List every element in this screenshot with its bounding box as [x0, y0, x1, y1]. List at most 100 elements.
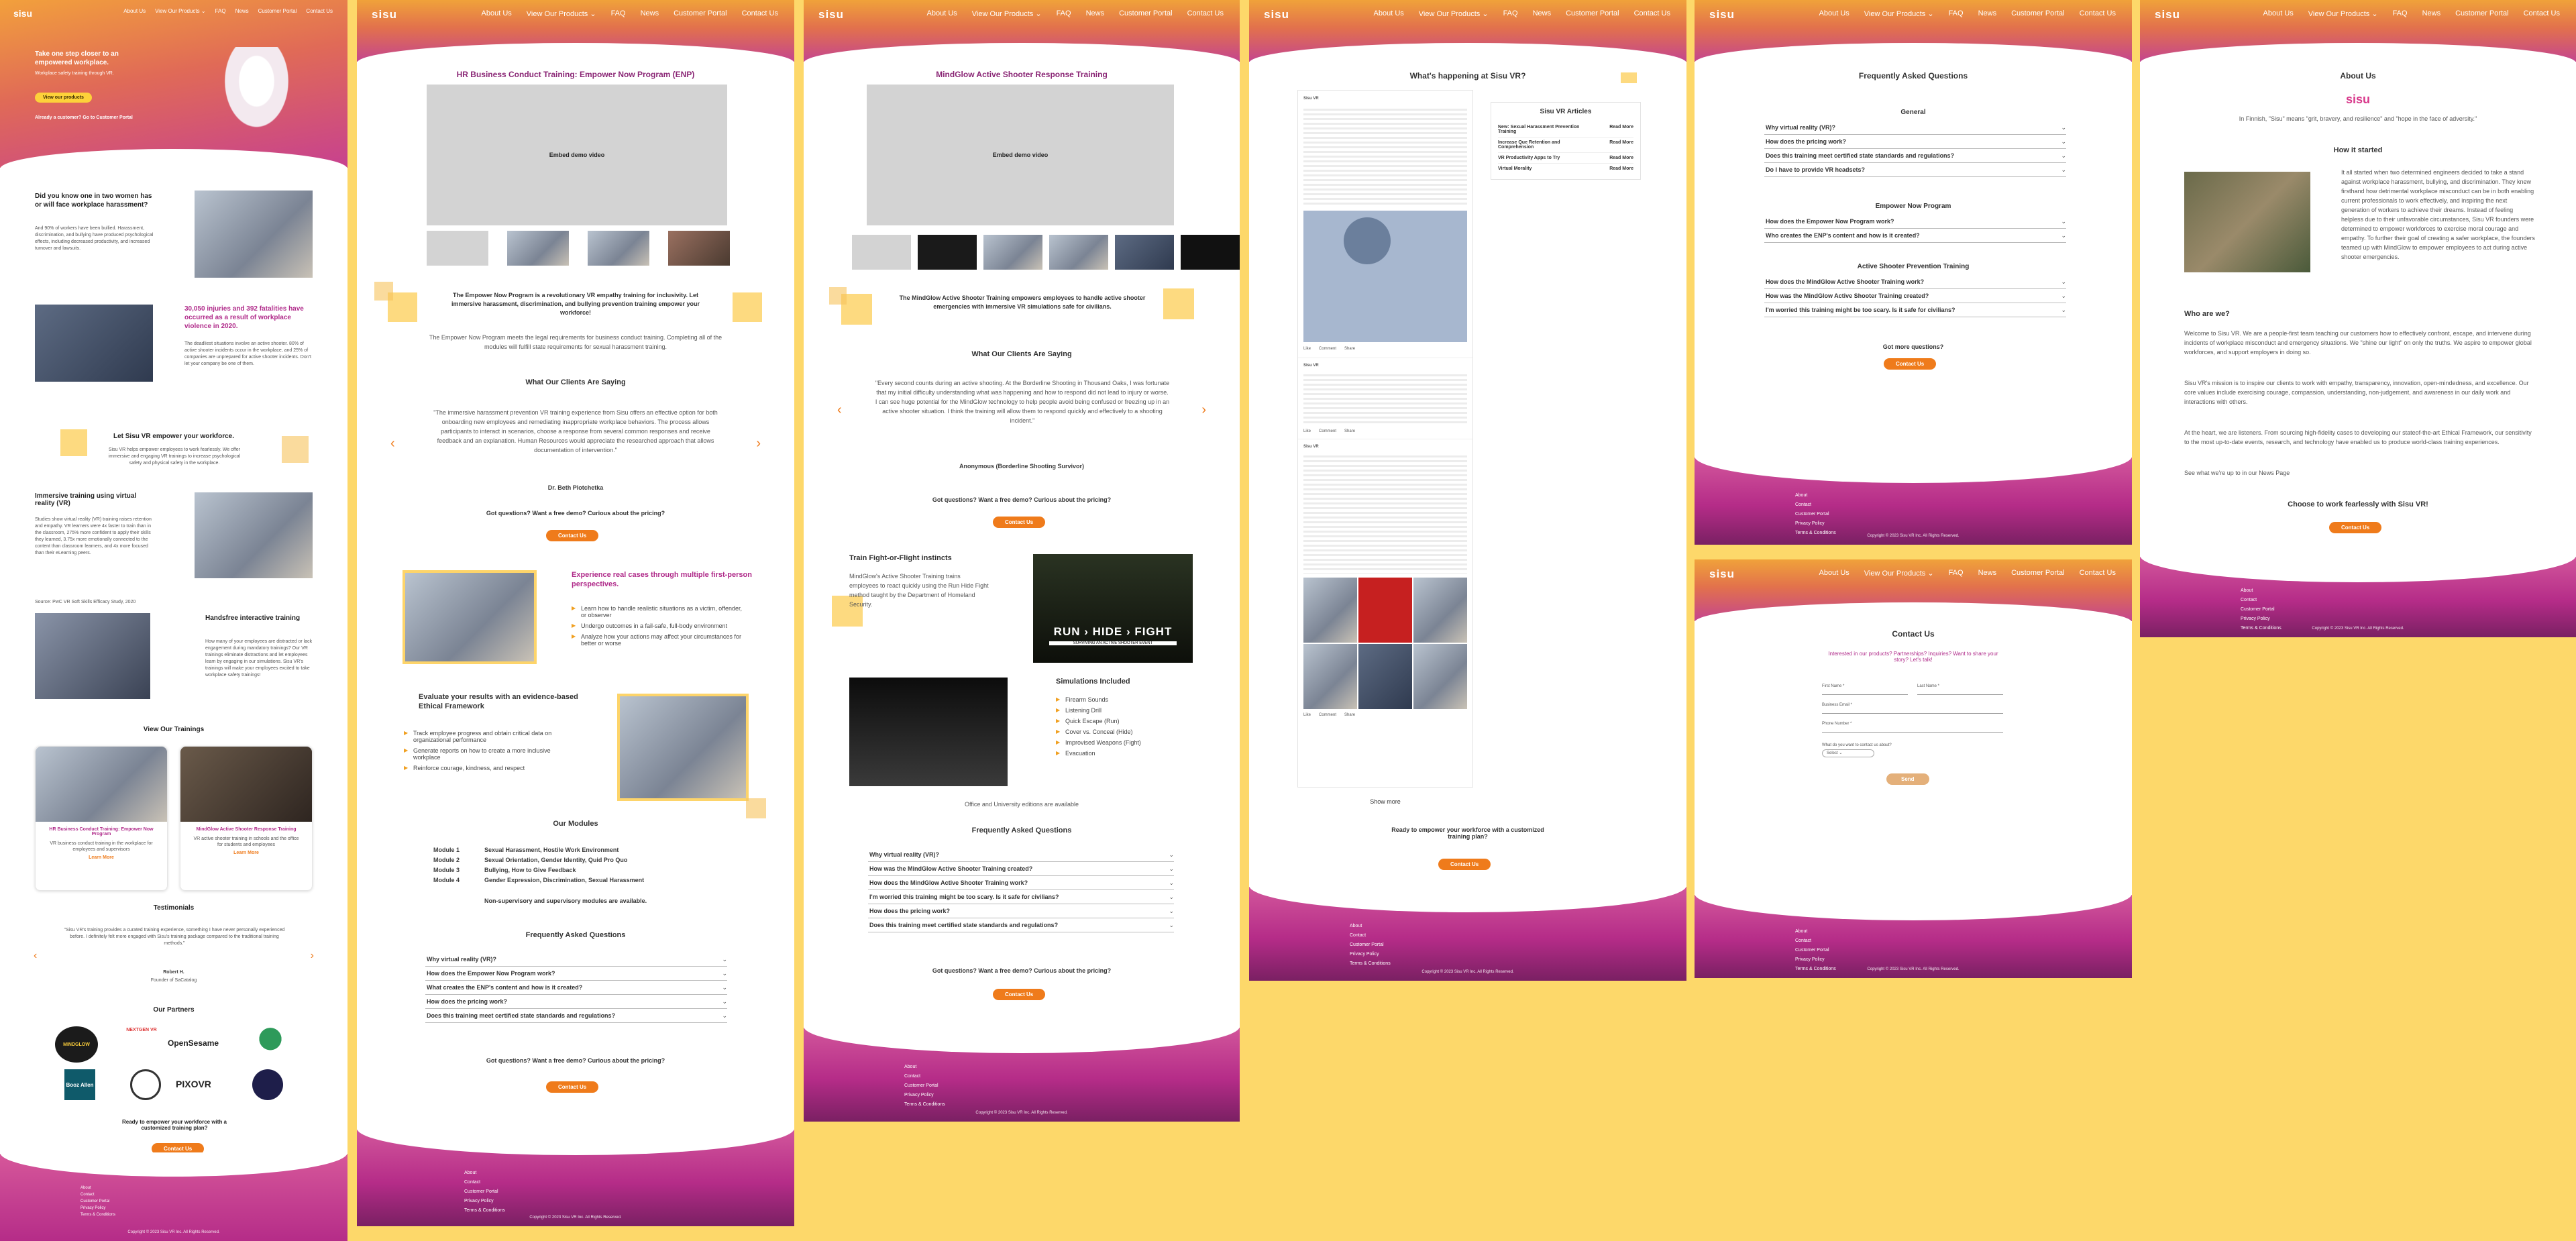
- faq-item[interactable]: Why virtual reality (VR)? ⌄: [1764, 121, 2066, 135]
- contact-us-button[interactable]: Contact Us: [546, 530, 599, 541]
- thumbnail[interactable]: [507, 231, 569, 266]
- demo-video-placeholder[interactable]: Embed demo video: [427, 85, 727, 225]
- nav-portal[interactable]: Customer Portal: [2011, 9, 2064, 18]
- nav-products[interactable]: View Our Products ⌄: [1864, 569, 1934, 578]
- first-name-field[interactable]: [1822, 688, 1908, 695]
- footer-privacy[interactable]: Privacy Policy: [464, 1197, 505, 1206]
- faq-item[interactable]: Do I have to provide VR headsets? ⌄: [1764, 163, 2066, 177]
- faq-item[interactable]: Does this training meet certified state …: [868, 918, 1174, 932]
- share-button[interactable]: Share: [1344, 713, 1355, 717]
- nav-about[interactable]: About Us: [927, 9, 957, 18]
- faq-item[interactable]: Does this training meet certified state …: [425, 1009, 727, 1023]
- footer-terms[interactable]: Terms & Conditions: [1350, 959, 1391, 969]
- nav-contact[interactable]: Contact Us: [2524, 9, 2560, 18]
- footer-contact[interactable]: Contact: [1350, 931, 1391, 940]
- nav-contact[interactable]: Contact Us: [1634, 9, 1670, 18]
- training-card-mindglow[interactable]: MindGlow Active Shooter Response Trainin…: [180, 746, 313, 891]
- thumbnail[interactable]: [588, 231, 649, 266]
- footer-portal[interactable]: Customer Portal: [904, 1081, 945, 1091]
- nav-contact[interactable]: Contact Us: [2080, 9, 2116, 18]
- carousel-prev-arrow[interactable]: ‹: [390, 436, 395, 451]
- nav-contact[interactable]: Contact Us: [1187, 9, 1224, 18]
- nav-faq[interactable]: FAQ: [2393, 9, 2408, 18]
- carousel-prev-arrow[interactable]: ‹: [34, 950, 37, 962]
- faq-item[interactable]: How does the pricing work? ⌄: [1764, 135, 2066, 149]
- footer-privacy[interactable]: Privacy Policy: [1350, 950, 1391, 959]
- footer-contact[interactable]: Contact: [1795, 500, 1836, 510]
- comment-button[interactable]: Comment: [1319, 346, 1336, 352]
- contact-us-button[interactable]: Contact Us: [993, 989, 1046, 1000]
- nav-products[interactable]: View Our Products ⌄: [2308, 9, 2378, 18]
- thumbnail[interactable]: [668, 231, 730, 266]
- comment-button[interactable]: Comment: [1319, 713, 1336, 717]
- faq-item[interactable]: How does the pricing work? ⌄: [425, 995, 727, 1009]
- nav-news[interactable]: News: [2422, 9, 2441, 18]
- phone-field[interactable]: [1822, 726, 2003, 733]
- article-row[interactable]: VR Productivity Apps to Try Read More: [1498, 153, 1633, 164]
- footer-privacy[interactable]: Privacy Policy: [2241, 614, 2282, 624]
- footer-about[interactable]: About: [2241, 586, 2282, 596]
- topic-select[interactable]: Select ⌄: [1822, 749, 1874, 757]
- nav-about[interactable]: About Us: [123, 8, 146, 14]
- logo[interactable]: sisu: [1709, 8, 1735, 21]
- read-more-link[interactable]: Read More: [1609, 125, 1633, 134]
- footer-portal[interactable]: Customer Portal: [80, 1198, 115, 1205]
- nav-faq[interactable]: FAQ: [1057, 9, 1071, 18]
- contact-us-button[interactable]: Contact Us: [2329, 522, 2382, 533]
- footer-about[interactable]: About: [1795, 491, 1836, 500]
- thumbnail[interactable]: [1115, 235, 1174, 270]
- faq-item[interactable]: How does the MindGlow Active Shooter Tra…: [868, 876, 1174, 890]
- nav-about[interactable]: About Us: [2263, 9, 2294, 18]
- footer-contact[interactable]: Contact: [80, 1191, 115, 1198]
- faq-item[interactable]: What creates the ENP's content and how i…: [425, 981, 727, 995]
- logo[interactable]: sisu: [1709, 568, 1735, 581]
- nav-faq[interactable]: FAQ: [1503, 9, 1518, 18]
- contact-us-button[interactable]: Contact Us: [993, 517, 1046, 528]
- footer-privacy[interactable]: Privacy Policy: [80, 1205, 115, 1211]
- nav-news[interactable]: News: [1978, 9, 1997, 18]
- logo[interactable]: sisu: [13, 8, 32, 19]
- like-button[interactable]: Like: [1303, 713, 1311, 717]
- logo[interactable]: sisu: [818, 8, 844, 21]
- nav-products[interactable]: View Our Products ⌄: [155, 8, 205, 14]
- footer-portal[interactable]: Customer Portal: [464, 1187, 505, 1197]
- nav-faq[interactable]: FAQ: [1949, 569, 1964, 578]
- carousel-prev-arrow[interactable]: ‹: [837, 402, 842, 418]
- learn-more-link[interactable]: Learn More: [36, 855, 167, 860]
- thumbnail[interactable]: [1049, 235, 1108, 270]
- nav-contact[interactable]: Contact Us: [2080, 569, 2116, 578]
- linkedin-feed[interactable]: Sisu VR Like Comment Share Sisu VR Like …: [1297, 90, 1473, 788]
- footer-terms[interactable]: Terms & Conditions: [80, 1211, 115, 1218]
- read-more-link[interactable]: Read More: [1609, 156, 1633, 160]
- faq-item[interactable]: I'm worried this training might be too s…: [1764, 303, 2066, 317]
- nav-portal[interactable]: Customer Portal: [1119, 9, 1172, 18]
- logo[interactable]: sisu: [1264, 8, 1289, 21]
- faq-item[interactable]: How does the Empower Now Program work? ⌄: [425, 967, 727, 981]
- footer-contact[interactable]: Contact: [1795, 936, 1836, 946]
- footer-about[interactable]: About: [904, 1063, 945, 1072]
- read-more-link[interactable]: Read More: [1609, 166, 1633, 171]
- nav-products[interactable]: View Our Products ⌄: [1419, 9, 1489, 18]
- show-more-link[interactable]: Show more: [1297, 798, 1473, 805]
- demo-video-placeholder[interactable]: Embed demo video: [867, 85, 1174, 225]
- nav-about[interactable]: About Us: [1819, 9, 1849, 18]
- faq-item[interactable]: Who creates the ENP's content and how is…: [1764, 229, 2066, 243]
- footer-portal[interactable]: Customer Portal: [1795, 510, 1836, 519]
- footer-about[interactable]: About: [464, 1169, 505, 1178]
- nav-about[interactable]: About Us: [1374, 9, 1404, 18]
- carousel-next-arrow[interactable]: ›: [756, 436, 761, 451]
- nav-portal[interactable]: Customer Portal: [2011, 569, 2064, 578]
- faq-item[interactable]: How was the MindGlow Active Shooter Trai…: [1764, 289, 2066, 303]
- nav-products[interactable]: View Our Products ⌄: [972, 9, 1042, 18]
- thumbnail[interactable]: [427, 231, 488, 266]
- carousel-next-arrow[interactable]: ›: [1201, 402, 1206, 418]
- article-row[interactable]: Increase Que Retention and Comprehension…: [1498, 138, 1633, 153]
- article-row[interactable]: New: Sexual Harassment Prevention Traini…: [1498, 122, 1633, 138]
- contact-us-button[interactable]: Contact Us: [1884, 358, 1937, 370]
- nav-portal[interactable]: Customer Portal: [258, 8, 297, 14]
- footer-privacy[interactable]: Privacy Policy: [1795, 519, 1836, 529]
- faq-item[interactable]: How does the pricing work? ⌄: [868, 904, 1174, 918]
- faq-item[interactable]: I'm worried this training might be too s…: [868, 890, 1174, 904]
- footer-contact[interactable]: Contact: [464, 1178, 505, 1187]
- like-button[interactable]: Like: [1303, 429, 1311, 433]
